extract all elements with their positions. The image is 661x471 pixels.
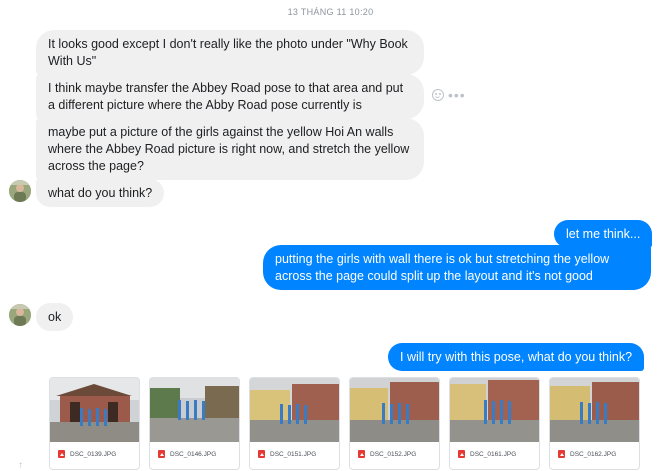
photo-thumbnail xyxy=(550,378,639,442)
scroll-up-icon[interactable]: ↑ xyxy=(18,460,23,471)
message-bubble-incoming[interactable]: I think maybe transfer the Abbey Road po… xyxy=(36,74,424,119)
image-attachment[interactable]: DSC_0161.JPG xyxy=(449,377,540,470)
smiley-icon[interactable] xyxy=(432,89,444,101)
message-bubble-outgoing[interactable]: let me think... xyxy=(554,220,653,248)
photo-thumbnail xyxy=(150,378,239,442)
message-actions: ••• xyxy=(432,88,466,102)
avatar xyxy=(9,304,31,326)
photo-thumbnail xyxy=(50,378,139,442)
message-bubble-outgoing[interactable]: I will try with this pose, what do you t… xyxy=(388,343,645,371)
image-file-icon xyxy=(358,450,365,458)
image-attachment[interactable]: DSC_0162.JPG xyxy=(549,377,640,470)
image-file-icon xyxy=(158,450,165,458)
message-bubble-incoming[interactable]: ok xyxy=(36,303,74,331)
image-attachment[interactable]: DSC_0152.JPG xyxy=(349,377,440,470)
photo-thumbnail xyxy=(450,378,539,442)
image-file-icon xyxy=(58,450,65,458)
image-file-icon xyxy=(458,450,465,458)
image-file-icon xyxy=(258,450,265,458)
image-attachment[interactable]: DSC_0139.JPG xyxy=(49,377,140,470)
message-bubble-outgoing[interactable]: putting the girls with wall there is ok … xyxy=(263,245,651,290)
attachment-filename: DSC_0139.JPG xyxy=(70,450,117,458)
attachment-filename: DSC_0152.JPG xyxy=(370,450,417,458)
attachment-filename: DSC_0162.JPG xyxy=(570,450,617,458)
image-attachment[interactable]: DSC_0151.JPG xyxy=(249,377,340,470)
attachment-filename: DSC_0146.JPG xyxy=(170,450,217,458)
message-bubble-incoming[interactable]: It looks good except I don't really like… xyxy=(36,30,424,75)
avatar xyxy=(9,180,31,202)
more-icon[interactable]: ••• xyxy=(448,88,466,102)
photo-thumbnail xyxy=(250,378,339,442)
photo-thumbnail xyxy=(350,378,439,442)
image-file-icon xyxy=(558,450,565,458)
timestamp: 13 THÁNG 11 10:20 xyxy=(287,7,374,17)
message-bubble-incoming[interactable]: what do you think? xyxy=(36,179,165,207)
message-bubble-incoming[interactable]: maybe put a picture of the girls against… xyxy=(36,118,424,180)
attachment-filename: DSC_0161.JPG xyxy=(470,450,517,458)
image-attachment[interactable]: DSC_0146.JPG xyxy=(149,377,240,470)
attachment-filename: DSC_0151.JPG xyxy=(270,450,317,458)
